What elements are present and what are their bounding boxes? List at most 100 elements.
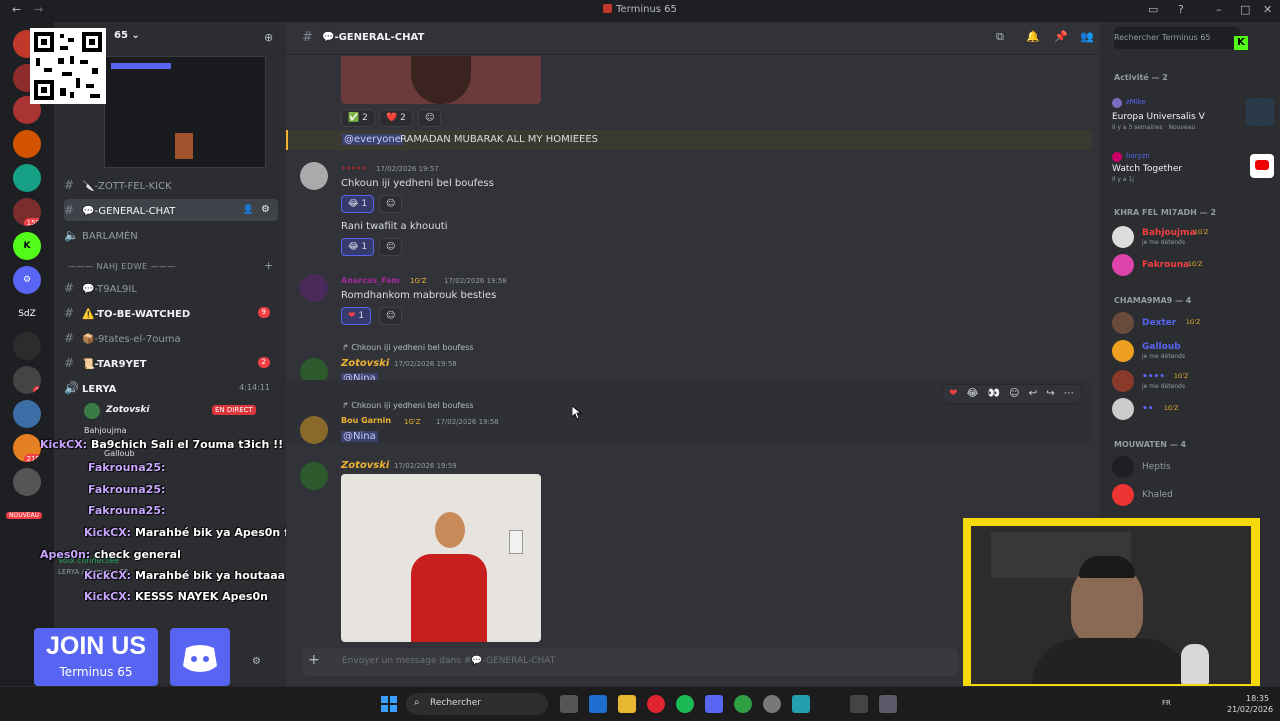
channel-lerya[interactable]: 🔊 LERYA 4:14:11 <box>64 377 278 399</box>
activity-card[interactable]: zMike Europa Universalis V Il y a 3 sema… <box>1112 96 1274 132</box>
plus-icon[interactable]: + <box>264 259 273 272</box>
avatar[interactable] <box>300 274 328 302</box>
member-item[interactable]: Dexter 1G'Z <box>1112 312 1272 334</box>
channel-9tates[interactable]: # 📦-9tates-el-7ouma <box>64 327 278 349</box>
add-member-icon[interactable]: ⊕ <box>264 31 273 44</box>
server-icon-6[interactable]: 158 <box>13 198 41 226</box>
member-item[interactable]: Heptis <box>1112 456 1272 478</box>
member-item[interactable]: •• 1G'Z <box>1112 398 1272 420</box>
category-header[interactable]: ——— NAHJ EDWE ——— <box>68 262 176 271</box>
eyes-reaction-icon[interactable]: 👀 <box>987 388 999 399</box>
reply-icon[interactable]: ↩ <box>1029 388 1037 399</box>
gear-icon[interactable]: ⚙ <box>252 656 261 667</box>
reply-preview[interactable]: ↱ Chkoun iji yedheni bel boufess <box>342 401 474 410</box>
message-author[interactable]: ••••• <box>341 164 367 173</box>
plus-icon[interactable]: + <box>308 652 320 668</box>
file-explorer-icon[interactable] <box>618 695 636 713</box>
inbox-icon[interactable]: ▭ <box>1148 3 1158 16</box>
message-author[interactable]: Zotovski <box>341 460 389 471</box>
pin-icon[interactable]: 📌 <box>1054 30 1068 43</box>
reaction[interactable]: ❤️ 2 <box>379 109 413 127</box>
image-attachment[interactable] <box>341 474 541 642</box>
app-icon[interactable] <box>850 695 868 713</box>
server-icon-4[interactable] <box>13 130 41 158</box>
threads-icon[interactable]: ⧉ <box>996 30 1004 44</box>
heart-reaction-icon[interactable]: ❤ <box>949 388 957 399</box>
reaction[interactable]: ❤ 1 <box>341 307 372 325</box>
add-reaction-icon[interactable]: ☺ <box>1009 388 1019 399</box>
voice-user[interactable]: Bahjoujma <box>84 426 127 435</box>
server-icon-11[interactable] <box>13 468 41 496</box>
channel-zott-fel-kick[interactable]: # 🔪-ZOTT-FEL-KICK <box>64 174 278 196</box>
maximize-button[interactable]: □ <box>1240 3 1250 16</box>
channel-general-chat[interactable]: # 💬-GENERAL-CHAT 👤 ⚙ <box>64 199 278 221</box>
reaction[interactable]: ✅ 2 <box>341 109 375 127</box>
bell-icon[interactable]: 🔔 <box>1026 30 1040 43</box>
avatar <box>1112 226 1134 248</box>
help-icon[interactable]: ? <box>1178 3 1184 16</box>
message-author[interactable]: Zotovski <box>341 358 389 369</box>
reaction[interactable]: 😂 1 <box>341 238 375 256</box>
message-author[interactable]: Anarcas_Fam <box>341 276 400 285</box>
member-item[interactable]: •••• 1G'Z je me détends <box>1112 370 1272 392</box>
add-reaction-button[interactable]: ☺ <box>379 307 403 325</box>
sdz-server-icon[interactable]: SdZ <box>13 300 41 328</box>
reaction[interactable]: 😂 1 <box>341 195 375 213</box>
member-item[interactable]: Galloub je me détends <box>1112 340 1272 362</box>
avatar[interactable] <box>300 162 328 190</box>
server-icon-10[interactable]: 215 <box>13 434 41 462</box>
chrome-icon[interactable] <box>763 695 781 713</box>
user-mention[interactable]: @Nina <box>341 431 378 442</box>
discord-server-icon[interactable]: ⚙ <box>13 266 41 294</box>
close-button[interactable]: ✕ <box>1263 3 1272 16</box>
server-icon-8[interactable]: 1 <box>13 366 41 394</box>
message-author[interactable]: Bou Garnin <box>341 416 391 425</box>
add-member-icon[interactable]: 👤 <box>243 199 254 221</box>
channel-tar9yet[interactable]: # 📜-TAR9YET 2 <box>64 352 278 374</box>
reply-preview[interactable]: ↱ Chkoun iji yedheni bel boufess <box>342 343 474 352</box>
edge-icon[interactable] <box>589 695 607 713</box>
gear-icon[interactable]: ⚙ <box>261 199 270 221</box>
spotify-icon[interactable] <box>676 695 694 713</box>
task-view-icon[interactable] <box>560 695 578 713</box>
channel-to-be-watched[interactable]: # ⚠️-TO-BE-WATCHED 9 <box>64 302 278 324</box>
channel-barlamen[interactable]: 🔈 BARLAMÉN <box>64 224 278 246</box>
avatar[interactable] <box>300 416 328 444</box>
add-reaction-button[interactable]: ☺ <box>379 195 403 213</box>
add-reaction-button[interactable]: ☺ <box>379 238 403 256</box>
minimize-button[interactable]: – <box>1216 3 1222 16</box>
server-icon-9[interactable] <box>13 400 41 428</box>
member-item[interactable]: Khaled <box>1112 484 1272 506</box>
members-icon[interactable]: 👥 <box>1080 30 1094 43</box>
everyone-mention[interactable]: @everyone <box>342 134 403 145</box>
language-indicator[interactable]: FR <box>1162 699 1171 707</box>
activity-card[interactable]: horyzn Watch Together Il y a 1j <box>1112 150 1274 186</box>
app-icon[interactable] <box>792 695 810 713</box>
voice-username: Zotovski <box>106 405 150 415</box>
search-input[interactable]: Rechercher Terminus 65 <box>1114 27 1240 49</box>
windows-start-icon[interactable] <box>381 696 397 712</box>
image-attachment[interactable] <box>341 56 541 104</box>
server-icon-5[interactable] <box>13 164 41 192</box>
settings-icon[interactable] <box>879 695 897 713</box>
member-item[interactable]: Bahjoujma 1G'Z je me détends <box>1112 226 1272 248</box>
opera-icon[interactable] <box>647 695 665 713</box>
discord-icon[interactable] <box>705 695 723 713</box>
forward-icon[interactable]: ↪ <box>1046 388 1054 399</box>
stream-preview[interactable] <box>104 56 266 168</box>
app-icon[interactable] <box>734 695 752 713</box>
message-composer[interactable]: + Envoyer un message dans #💬-GENERAL-CHA… <box>302 648 958 676</box>
channel-header: # 💬-GENERAL-CHAT ⧉ 🔔 📌 👥 <box>286 22 1100 55</box>
webcam-frame <box>963 518 1260 686</box>
add-reaction-button[interactable]: ☺ <box>418 109 442 127</box>
voice-user-streamer[interactable]: Zotovski EN DIRECT <box>84 402 280 420</box>
server-icon-7[interactable] <box>13 332 41 360</box>
member-item[interactable]: Fakrouna 1G'Z <box>1112 254 1272 276</box>
avatar[interactable] <box>300 462 328 490</box>
channel-t9al9il[interactable]: # 💬-T9AL9IL <box>64 277 278 299</box>
more-icon[interactable]: ⋯ <box>1064 388 1074 399</box>
laugh-reaction-icon[interactable]: 😂 <box>967 388 979 399</box>
kick-server-icon[interactable]: K <box>13 232 41 260</box>
server-name[interactable]: 65 ⌄ <box>114 30 140 41</box>
taskbar-search[interactable]: ⌕ Rechercher <box>406 693 548 715</box>
